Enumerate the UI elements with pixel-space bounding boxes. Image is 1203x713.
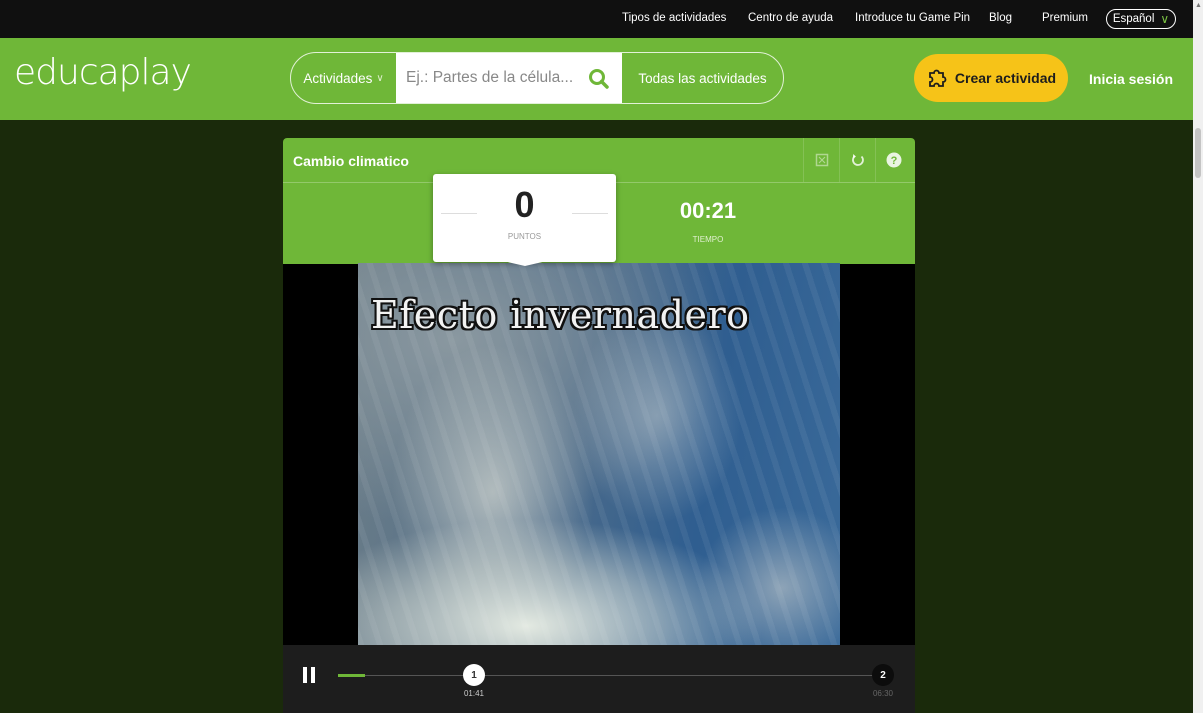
- top-navigation-bar: Tipos de actividades Centro de ayuda Int…: [0, 0, 1193, 38]
- svg-text:?: ?: [891, 155, 898, 167]
- score-card: 0 PUNTOS: [433, 174, 616, 262]
- restart-button[interactable]: [839, 138, 876, 182]
- help-button[interactable]: ?: [875, 138, 912, 182]
- search-category-label: Actividades: [303, 70, 373, 86]
- scroll-up-icon[interactable]: ▲: [1195, 2, 1202, 9]
- puzzle-icon: [929, 69, 947, 87]
- link-premium[interactable]: Premium: [1042, 12, 1088, 24]
- fullscreen-icon: [815, 153, 829, 167]
- chevron-down-icon: ∨: [1160, 12, 1170, 26]
- search-category-dropdown[interactable]: Actividades ∨: [291, 53, 396, 103]
- fullscreen-button[interactable]: [803, 138, 840, 182]
- page-scrollbar[interactable]: [1193, 0, 1203, 713]
- timeline-track[interactable]: [338, 675, 883, 676]
- language-label: Español: [1112, 13, 1155, 25]
- login-link[interactable]: Inicia sesión: [1089, 71, 1173, 87]
- pause-icon-bar: [311, 667, 315, 683]
- timeline-marker-time: 06:30: [872, 689, 894, 698]
- chevron-down-icon: ∨: [376, 72, 384, 84]
- link-blog[interactable]: Blog: [989, 12, 1012, 24]
- create-activity-label: Crear actividad: [954, 70, 1057, 86]
- activity-title: Cambio climatico: [293, 153, 409, 169]
- create-activity-button[interactable]: Crear actividad: [914, 54, 1068, 102]
- score-card-pointer: [499, 260, 551, 266]
- pause-icon: [303, 667, 307, 683]
- restart-icon: [852, 154, 864, 166]
- language-selector[interactable]: Español ∨: [1106, 9, 1176, 29]
- activity-panel: Cambio climatico ? 00:21 TIEMPO Efecto i…: [283, 138, 915, 713]
- logo[interactable]: educaplay: [14, 52, 192, 93]
- timer-value: 00:21: [679, 198, 737, 223]
- all-activities-link[interactable]: Todas las actividades: [622, 53, 783, 103]
- pause-button[interactable]: [303, 667, 317, 683]
- score-value: 0: [514, 184, 535, 225]
- link-activity-types[interactable]: Tipos de actividades: [622, 12, 726, 24]
- timeline-marker-1[interactable]: 1: [463, 664, 485, 686]
- help-icon: ?: [886, 152, 902, 168]
- link-game-pin[interactable]: Introduce tu Game Pin: [855, 12, 970, 24]
- score-label: PUNTOS: [507, 232, 542, 241]
- search-bar: Actividades ∨ Todas las actividades: [290, 52, 784, 104]
- timeline-progress: [338, 674, 365, 677]
- video-caption: Efecto invernadero: [371, 293, 750, 337]
- video-frame[interactable]: Efecto invernadero: [358, 263, 840, 645]
- timer-label: TIEMPO: [692, 235, 724, 244]
- timeline-marker-2[interactable]: 2: [872, 664, 894, 686]
- player-controls: 1 01:41 2 06:30: [283, 645, 915, 713]
- search-icon[interactable]: [586, 66, 612, 92]
- timeline-marker-time: 01:41: [463, 689, 485, 698]
- link-help-center[interactable]: Centro de ayuda: [748, 12, 833, 24]
- scrollbar-thumb[interactable]: [1195, 128, 1201, 178]
- main-header: educaplay Actividades ∨ Todas las activi…: [0, 38, 1193, 120]
